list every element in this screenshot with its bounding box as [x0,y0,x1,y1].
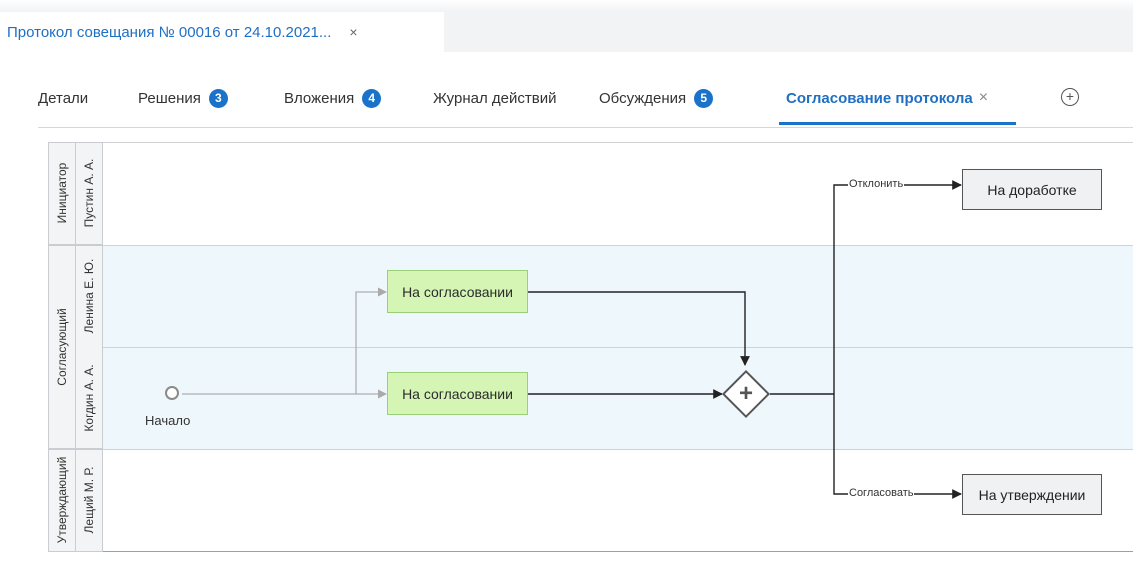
document-tab-close-icon[interactable]: × [349,24,357,40]
tab-protocol-approval-label: Согласование протокола [786,89,973,107]
start-event[interactable] [165,386,179,400]
tab-decisions-badge: 3 [208,88,228,108]
edge-label-approve: Согласовать [848,487,915,499]
task-rework[interactable]: На доработке [962,169,1102,210]
tab-details[interactable]: Детали [38,88,88,108]
tab-details-label: Детали [38,89,89,107]
tab-activity-log[interactable]: Журнал действий [433,88,556,108]
tabs-divider [38,127,1133,128]
plus-circle-icon[interactable]: + [1061,88,1079,106]
document-tab-title[interactable]: Протокол совещания № 00016 от 24.10.2021… [7,24,331,41]
tab-decisions-label: Решения [138,89,201,107]
tab-attachments-label: Вложения [284,89,355,107]
task-approval-2[interactable]: На согласовании [387,372,528,415]
tab-attachments-badge: 4 [362,88,382,108]
start-event-label: Начало [145,413,191,428]
tab-protocol-approval[interactable]: Согласование протокола × [786,88,988,108]
edge-label-reject: Отклонить [848,178,905,190]
tab-attachments[interactable]: Вложения 4 [284,88,382,108]
task-confirmation[interactable]: На утверждении [962,474,1102,515]
active-tab-indicator [779,122,1016,125]
tab-protocol-approval-close-icon[interactable]: × [979,89,988,107]
tab-discussions-label: Обсуждения [599,89,687,107]
plus-icon: + [738,380,753,407]
tab-discussions[interactable]: Обсуждения 5 [599,88,714,108]
tabbar-fade [0,0,1133,12]
tab-activity-log-label: Журнал действий [433,89,557,107]
document-tab[interactable]: Протокол совещания № 00016 от 24.10.2021… [0,12,444,52]
task-approval-1[interactable]: На согласовании [387,270,528,313]
tab-decisions[interactable]: Решения 3 [138,88,228,108]
tab-discussions-badge: 5 [694,88,714,108]
approval-process-diagram: Инициатор Пустин А. А. Согласующий Ленин… [48,142,1133,552]
section-tabs: Детали Решения 3 Вложения 4 Журнал дейст… [0,52,1133,128]
